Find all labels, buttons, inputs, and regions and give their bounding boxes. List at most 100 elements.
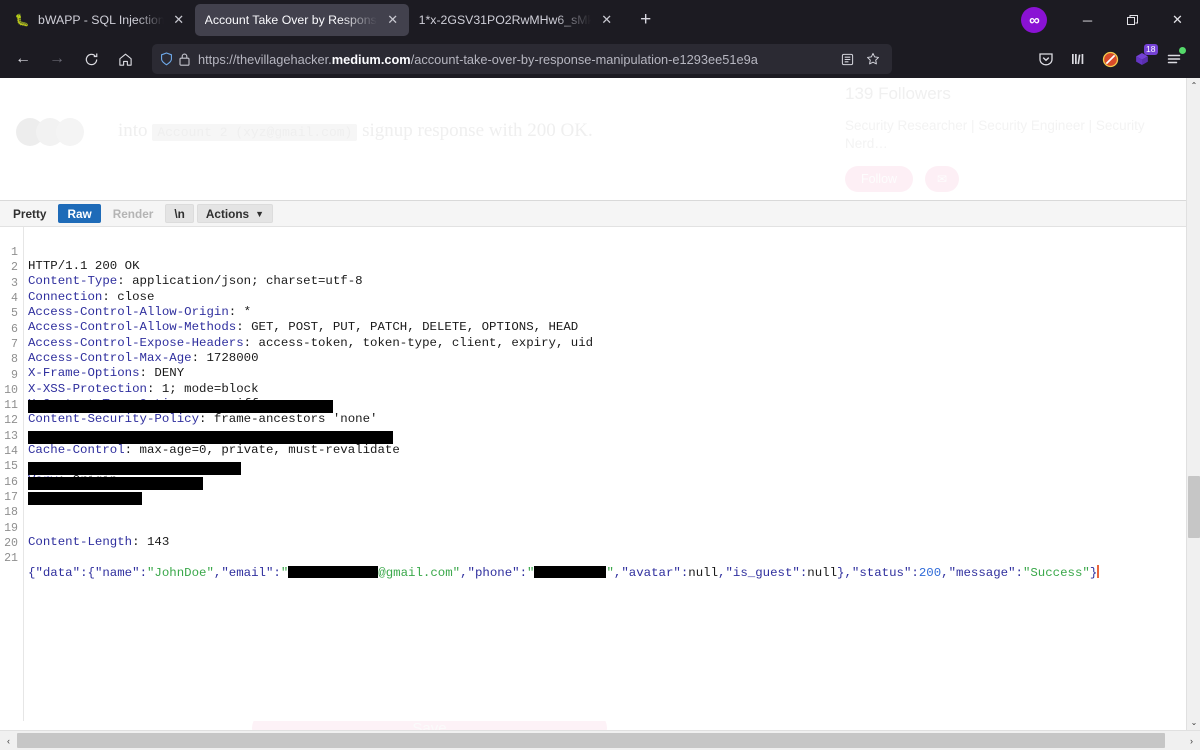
minimize-button[interactable]: ─: [1065, 0, 1110, 40]
response-line: 10 X-Content-Type-Options: nosniff: [0, 369, 1190, 411]
browser-window: 🐛 bWAPP - SQL Injection ✕ Account Take O…: [0, 0, 1200, 750]
scroll-right-arrow-icon[interactable]: ›: [1183, 731, 1200, 750]
json-value-is-guest: null: [807, 566, 838, 581]
url-path: /account-take-over-by-response-manipulat…: [410, 51, 758, 67]
tab-close-icon[interactable]: ✕: [169, 10, 189, 30]
scroll-down-arrow-icon[interactable]: ⌄: [1187, 715, 1200, 730]
redaction-bar: [28, 431, 393, 445]
update-available-dot: [1179, 47, 1186, 54]
page-viewport: into Account 2 (xyz@gmail.com) signup re…: [0, 78, 1200, 750]
response-line-redacted: 18: [0, 491, 1190, 519]
browser-toolbar-extensions: 18: [1030, 44, 1194, 74]
response-line: 5 Access-Control-Allow-Methods: GET, POS…: [0, 292, 1190, 334]
address-bar[interactable]: https://thevillagehacker.medium.com/acco…: [152, 44, 892, 74]
text-caret: [1097, 565, 1099, 579]
bg-top-fragment: [278, 80, 281, 92]
browser-chrome: 🐛 bWAPP - SQL Injection ✕ Account Take O…: [0, 0, 1200, 78]
burp-response-editor[interactable]: 1 HTTP/1.1 200 OK 2 Content-Type: applic…: [0, 227, 1190, 721]
redaction-bar: [28, 461, 241, 475]
burp-tab-pretty[interactable]: Pretty: [4, 204, 55, 223]
adblock-icon[interactable]: [1094, 44, 1126, 74]
response-line-redacted: 17: [0, 476, 1190, 504]
reload-button[interactable]: [74, 44, 108, 74]
json-key-is-guest: "is_guest": [725, 566, 800, 581]
home-button[interactable]: [108, 44, 142, 74]
response-line-redacted: 12: [0, 399, 1190, 427]
json-body-content: {"data":{"name":"JohnDoe","email":" @gmai…: [28, 565, 1099, 581]
json-value-name: "JohnDoe": [147, 566, 214, 581]
response-line: 15 Vary: Origin: [0, 445, 1190, 487]
burp-view-toolbar: Pretty Raw Render \n Actions ▼: [0, 201, 1190, 227]
burp-actions-label: Actions: [205, 206, 250, 221]
extension-icon[interactable]: 18: [1126, 44, 1158, 74]
burp-tab-render[interactable]: Render: [104, 204, 163, 223]
redaction-bar-email: [288, 566, 379, 579]
horizontal-scrollbar-track[interactable]: [17, 731, 1183, 750]
redaction-bar: [28, 477, 203, 490]
response-line: 19 Content-Length: 143: [0, 507, 1190, 549]
url-prefix: https://thevillagehacker.: [198, 51, 332, 67]
close-window-button[interactable]: ✕: [1155, 0, 1200, 40]
container-infinity-icon[interactable]: ∞: [1021, 7, 1047, 33]
vertical-scrollbar-thumb[interactable]: [1188, 476, 1200, 538]
horizontal-scrollbar-thumb[interactable]: [17, 732, 1165, 748]
response-line: 3 Connection: close: [0, 262, 1190, 304]
url-text[interactable]: https://thevillagehacker.medium.com/acco…: [198, 52, 834, 67]
burp-toggle-newline[interactable]: \n: [165, 204, 194, 223]
browser-tab-bwapp[interactable]: 🐛 bWAPP - SQL Injection ✕: [4, 4, 195, 36]
response-line: 2 Content-Type: application/json; charse…: [0, 246, 1190, 288]
burp-actions-menu[interactable]: Actions ▼: [196, 204, 274, 223]
url-domain: medium.com: [331, 51, 411, 67]
json-value-email-domain: @gmail.com": [378, 566, 461, 581]
tab-title: 1*x-2GSV31PO2RwMHw6_sMkA.png: [418, 13, 593, 27]
shield-icon[interactable]: [160, 52, 173, 66]
json-key-data: "data": [35, 566, 81, 581]
extension-badge-count: 18: [1143, 44, 1158, 55]
envelope-plus-icon[interactable]: ✉: [925, 166, 959, 192]
json-value-avatar: null: [688, 566, 719, 581]
back-button[interactable]: ←: [6, 44, 40, 74]
json-value-message: "Success": [1022, 566, 1090, 581]
article-paragraph: into Account 2 (xyz@gmail.com) signup re…: [118, 120, 593, 141]
redaction-bar-phone: [534, 566, 607, 579]
scroll-up-arrow-icon[interactable]: ⌃: [1187, 78, 1200, 93]
star-icon[interactable]: [860, 46, 886, 72]
redaction-bar: [28, 492, 142, 506]
vertical-scrollbar[interactable]: ⌃ ⌄: [1186, 78, 1200, 730]
burp-response-panel: Pretty Raw Render \n Actions ▼ 1 HTTP/1.…: [0, 200, 1190, 721]
forward-button[interactable]: →: [40, 44, 74, 74]
pocket-icon[interactable]: [1030, 44, 1062, 74]
inline-code-chip: Account 2 (xyz@gmail.com): [152, 124, 358, 141]
response-line-redacted: 14: [0, 430, 1190, 458]
author-avatars: [16, 118, 84, 146]
scroll-left-arrow-icon[interactable]: ‹: [0, 731, 17, 750]
tab-title: Account Take Over by Response Ma: [204, 13, 379, 27]
reader-view-icon[interactable]: [834, 46, 860, 72]
lock-icon[interactable]: [179, 53, 190, 66]
json-key-message: "message": [948, 566, 1016, 581]
tab-close-icon[interactable]: ✕: [597, 10, 617, 30]
tab-close-icon[interactable]: ✕: [383, 10, 403, 30]
response-line-blank: 20: [0, 522, 1190, 550]
horizontal-scrollbar[interactable]: ‹ ›: [0, 730, 1200, 750]
response-line-redacted: 16: [0, 461, 1190, 489]
response-line: 4 Access-Control-Allow-Origin: *: [0, 277, 1190, 319]
library-icon[interactable]: [1062, 44, 1094, 74]
response-line: 7 Access-Control-Max-Age: 1728000: [0, 323, 1190, 365]
reload-icon: [85, 53, 97, 65]
author-bio-line-1: Security Researcher | Security Engineer …: [845, 118, 1145, 133]
response-line-json-body: 21 {"data":{"name":"JohnDoe","email":" @g…: [0, 537, 1190, 580]
author-bio-line-2: Nerd…: [845, 136, 888, 151]
maximize-restore-button[interactable]: [1110, 0, 1155, 40]
response-line: 11 Content-Security-Policy: frame-ancest…: [0, 384, 1190, 426]
hamburger-menu-icon[interactable]: [1158, 44, 1190, 74]
avatar: [56, 118, 84, 146]
burp-tab-raw[interactable]: Raw: [58, 204, 101, 223]
new-tab-button[interactable]: +: [631, 5, 661, 35]
response-line: 13 Cache-Control: max-age=0, private, mu…: [0, 415, 1190, 457]
browser-tab-account-take-over[interactable]: Account Take Over by Response Ma ✕: [194, 4, 409, 36]
browser-tab-png-image[interactable]: 1*x-2GSV31PO2RwMHw6_sMkA.png ✕: [409, 4, 623, 36]
follow-button[interactable]: Follow: [845, 166, 913, 192]
response-line: 8 X-Frame-Options: DENY: [0, 338, 1190, 380]
bug-icon: 🐛: [14, 13, 30, 27]
